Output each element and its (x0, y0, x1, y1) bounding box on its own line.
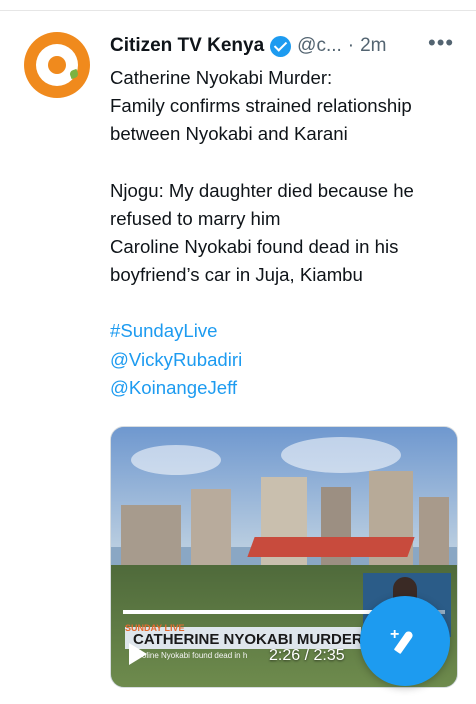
user-handle[interactable]: @c... (297, 35, 342, 57)
mention-link[interactable]: @VickyRubadiri (110, 346, 460, 374)
banner-title: CATHERINE NYOKABI MURDER (133, 631, 363, 648)
top-divider (0, 10, 476, 11)
text-line: Family confirms strained relationship (110, 95, 412, 117)
tweet-header: Citizen TV Kenya @c... · 2m (110, 32, 387, 60)
timestamp[interactable]: 2m (360, 35, 386, 57)
text-line: Caroline Nyokabi found dead in his (110, 236, 399, 258)
avatar[interactable] (24, 32, 90, 98)
display-name[interactable]: Citizen TV Kenya (110, 35, 264, 57)
separator-dot: · (347, 35, 355, 56)
more-options-icon[interactable]: ••• (428, 30, 454, 56)
logo-ring (36, 44, 80, 86)
mention-link[interactable]: @KoinangeJeff (110, 374, 460, 402)
compose-tweet-button[interactable]: + (360, 596, 450, 686)
hashtag-link[interactable]: #SundayLive (110, 317, 460, 345)
text-line: refused to marry him (110, 207, 281, 229)
text-line: between Nyokabi and Karani (110, 123, 348, 145)
verified-badge-icon (270, 35, 292, 57)
leaf-icon (68, 68, 80, 80)
text-line: Catherine Nyokabi Murder: (110, 67, 333, 88)
text-line: Njogu: My daughter died because he (110, 179, 414, 201)
text-line: boyfriend’s car in Juja, Kiambu (110, 264, 363, 286)
video-time: 2:26 / 2:35 (269, 647, 345, 664)
tweet-text: Catherine Nyokabi Murder: Family confirm… (110, 64, 460, 402)
play-icon[interactable] (129, 643, 147, 665)
